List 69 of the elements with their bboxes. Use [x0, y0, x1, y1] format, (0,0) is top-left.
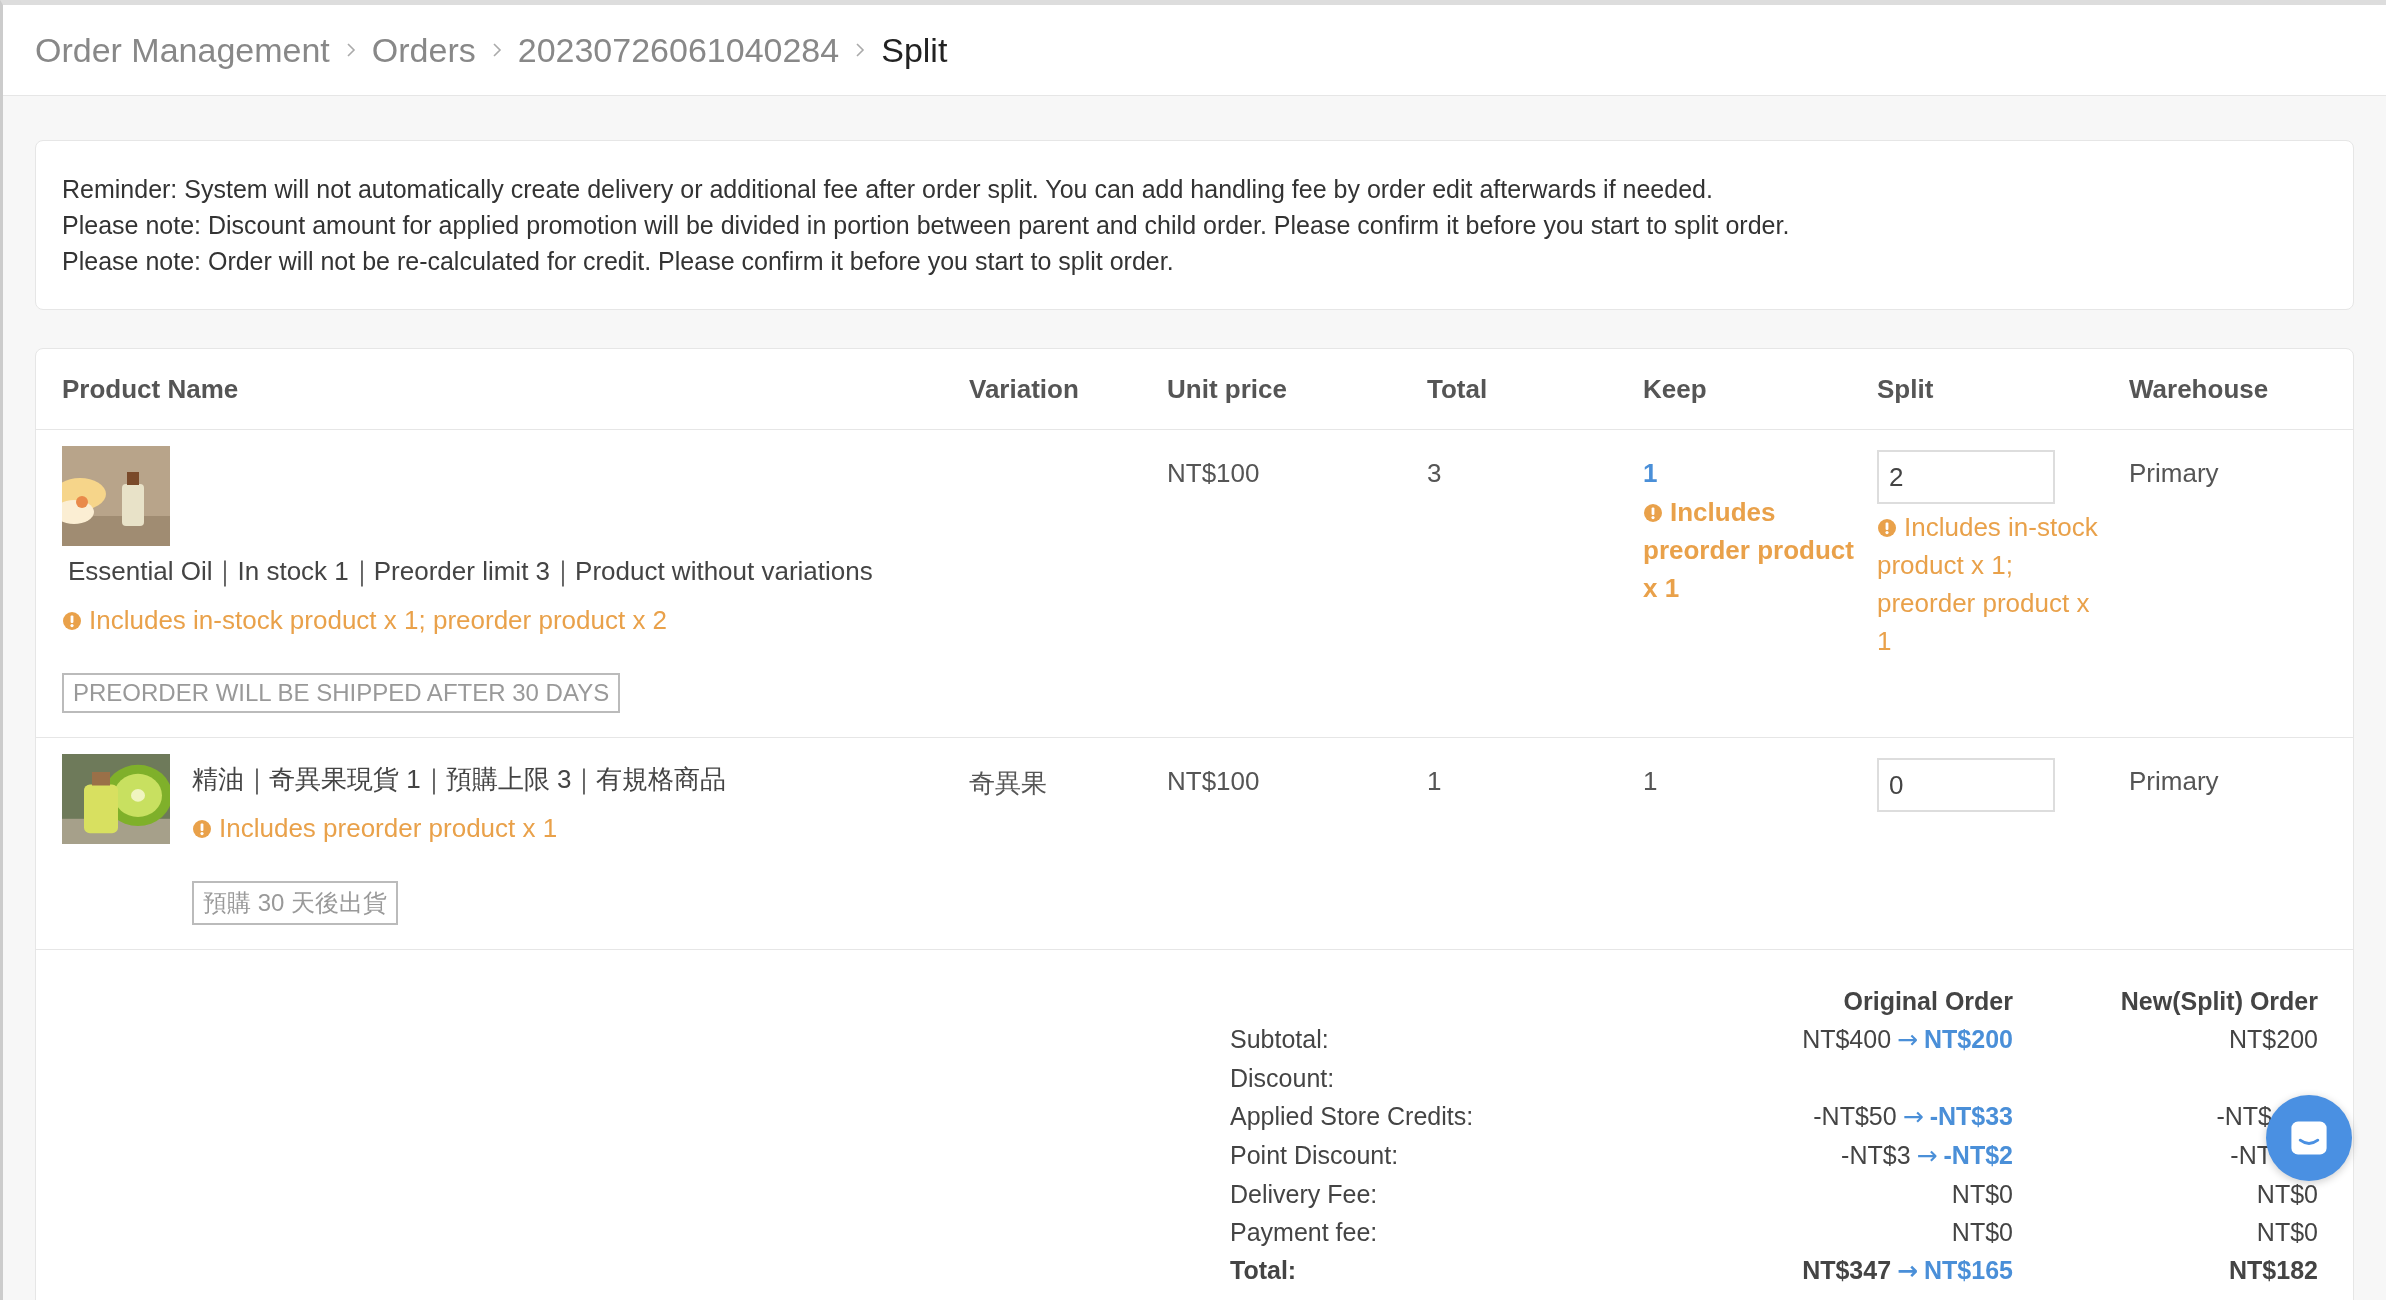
- summary-label: Delivery Fee:: [1230, 1179, 1379, 1210]
- summary-header: Original Order: [1842, 986, 2013, 1017]
- keep-note: Includes preorder product x 1: [1643, 496, 1855, 605]
- summary-label: Total:: [1230, 1255, 1298, 1286]
- original-amount: NT$347: [1802, 1256, 1892, 1284]
- warning-icon: [192, 819, 212, 839]
- column-header: Total: [1427, 373, 1489, 405]
- split-amount: NT$0: [2256, 1218, 2318, 1246]
- variation-cell: 奇異果: [969, 768, 1047, 798]
- breadcrumb-current: Split: [881, 30, 948, 70]
- warehouse-cell: Primary: [2129, 766, 2219, 796]
- split-amount: -NT$: [2216, 1102, 2273, 1130]
- unit-price-cell: NT$100: [1167, 458, 1260, 488]
- preorder-tag: PREORDER WILL BE SHIPPED AFTER 30 DAYS: [62, 673, 621, 713]
- split-amount: NT$0: [2256, 1180, 2318, 1208]
- unit-price-cell: NT$100: [1167, 766, 1260, 796]
- keep-quantity: 1: [1643, 766, 1658, 797]
- product-name: 精油｜奇異果現貨 1｜預購上限 3｜有規格商品: [192, 763, 727, 797]
- original-amount: NT$0: [1951, 1218, 2013, 1246]
- stock-note: Includes preorder product x 1: [192, 809, 558, 847]
- summary-label: Payment fee:: [1230, 1217, 1379, 1248]
- breadcrumb-link[interactable]: 20230726061040284: [517, 30, 840, 70]
- split-amount: NT$182: [2229, 1256, 2318, 1284]
- breadcrumb-link[interactable]: Orders: [371, 30, 476, 70]
- column-header: Warehouse: [2129, 373, 2270, 405]
- column-header: Split: [1877, 373, 1935, 405]
- split-amount: -NT: [2230, 1141, 2273, 1169]
- total-cell: 3: [1427, 458, 1442, 488]
- split-quantity-field[interactable]: 2: [1877, 450, 2055, 504]
- column-header: Product Name: [62, 373, 240, 405]
- summary-label: Subtotal:: [1230, 1024, 1330, 1055]
- warning-icon: [1877, 518, 1897, 538]
- arrow-glyph: →: [1902, 1102, 1924, 1131]
- reminder-text: Reminder: System will not automatically create delivery or additional fee after order split. You can add handling fee by order edit afterwards if needed.: [62, 174, 1714, 205]
- summary-label: Discount:: [1230, 1063, 1336, 1094]
- original-amount: NT$0: [1951, 1180, 2013, 1208]
- original-amount: NT$400: [1802, 1025, 1892, 1053]
- summary-label: Applied Store Credits:: [1230, 1101, 1475, 1132]
- column-header: Keep: [1643, 373, 1708, 405]
- updated-amount: NT$165: [1924, 1256, 2013, 1284]
- stock-note: Includes in-stock product x 1; preorder product x 2: [62, 601, 668, 639]
- warning-icon: [1643, 503, 1663, 523]
- summary-label: Point Discount:: [1230, 1140, 1400, 1171]
- chevron-right-icon: [855, 42, 866, 58]
- column-header: Variation: [969, 373, 1080, 405]
- keep-quantity: 1: [1643, 458, 1658, 489]
- reminder-text: Please note: Order will not be re-calculated for credit. Please confirm it before you start to split order.: [62, 246, 1175, 277]
- updated-amount: -NT$33: [1929, 1102, 2013, 1130]
- split-amount: NT$200: [2229, 1025, 2318, 1053]
- breadcrumb-link[interactable]: Order Management: [35, 30, 330, 70]
- split-quantity-field[interactable]: 0: [1877, 758, 2055, 812]
- arrow-glyph: →: [1897, 1256, 1919, 1285]
- original-amount: -NT$50: [1813, 1102, 1897, 1130]
- column-header: Unit price: [1167, 373, 1288, 405]
- product-name: Essential Oil｜In stock 1｜Preorder limit 3｜Product without variations: [68, 555, 873, 589]
- chevron-right-icon: [491, 42, 502, 58]
- original-amount: -NT$3: [1841, 1141, 1911, 1169]
- preorder-tag: 預購 30 天後出貨: [192, 881, 399, 925]
- arrow-glyph: →: [1916, 1141, 1938, 1170]
- warehouse-cell: Primary: [2129, 458, 2219, 488]
- split-note: Includes in-stock product x 1; preorder product x 1: [1877, 511, 2099, 658]
- arrow-glyph: →: [1897, 1025, 1919, 1054]
- total-cell: 1: [1427, 766, 1442, 796]
- summary-header: New(Split) Order: [2119, 986, 2318, 1017]
- warning-icon: [62, 611, 82, 631]
- updated-amount: NT$200: [1924, 1025, 2013, 1053]
- reminder-text: Please note: Discount amount for applied promotion will be divided in portion between parent and child order. Please confirm it before you start to split order.: [62, 210, 1791, 241]
- updated-amount: -NT$2: [1943, 1141, 2013, 1169]
- chevron-right-icon: [345, 42, 356, 58]
